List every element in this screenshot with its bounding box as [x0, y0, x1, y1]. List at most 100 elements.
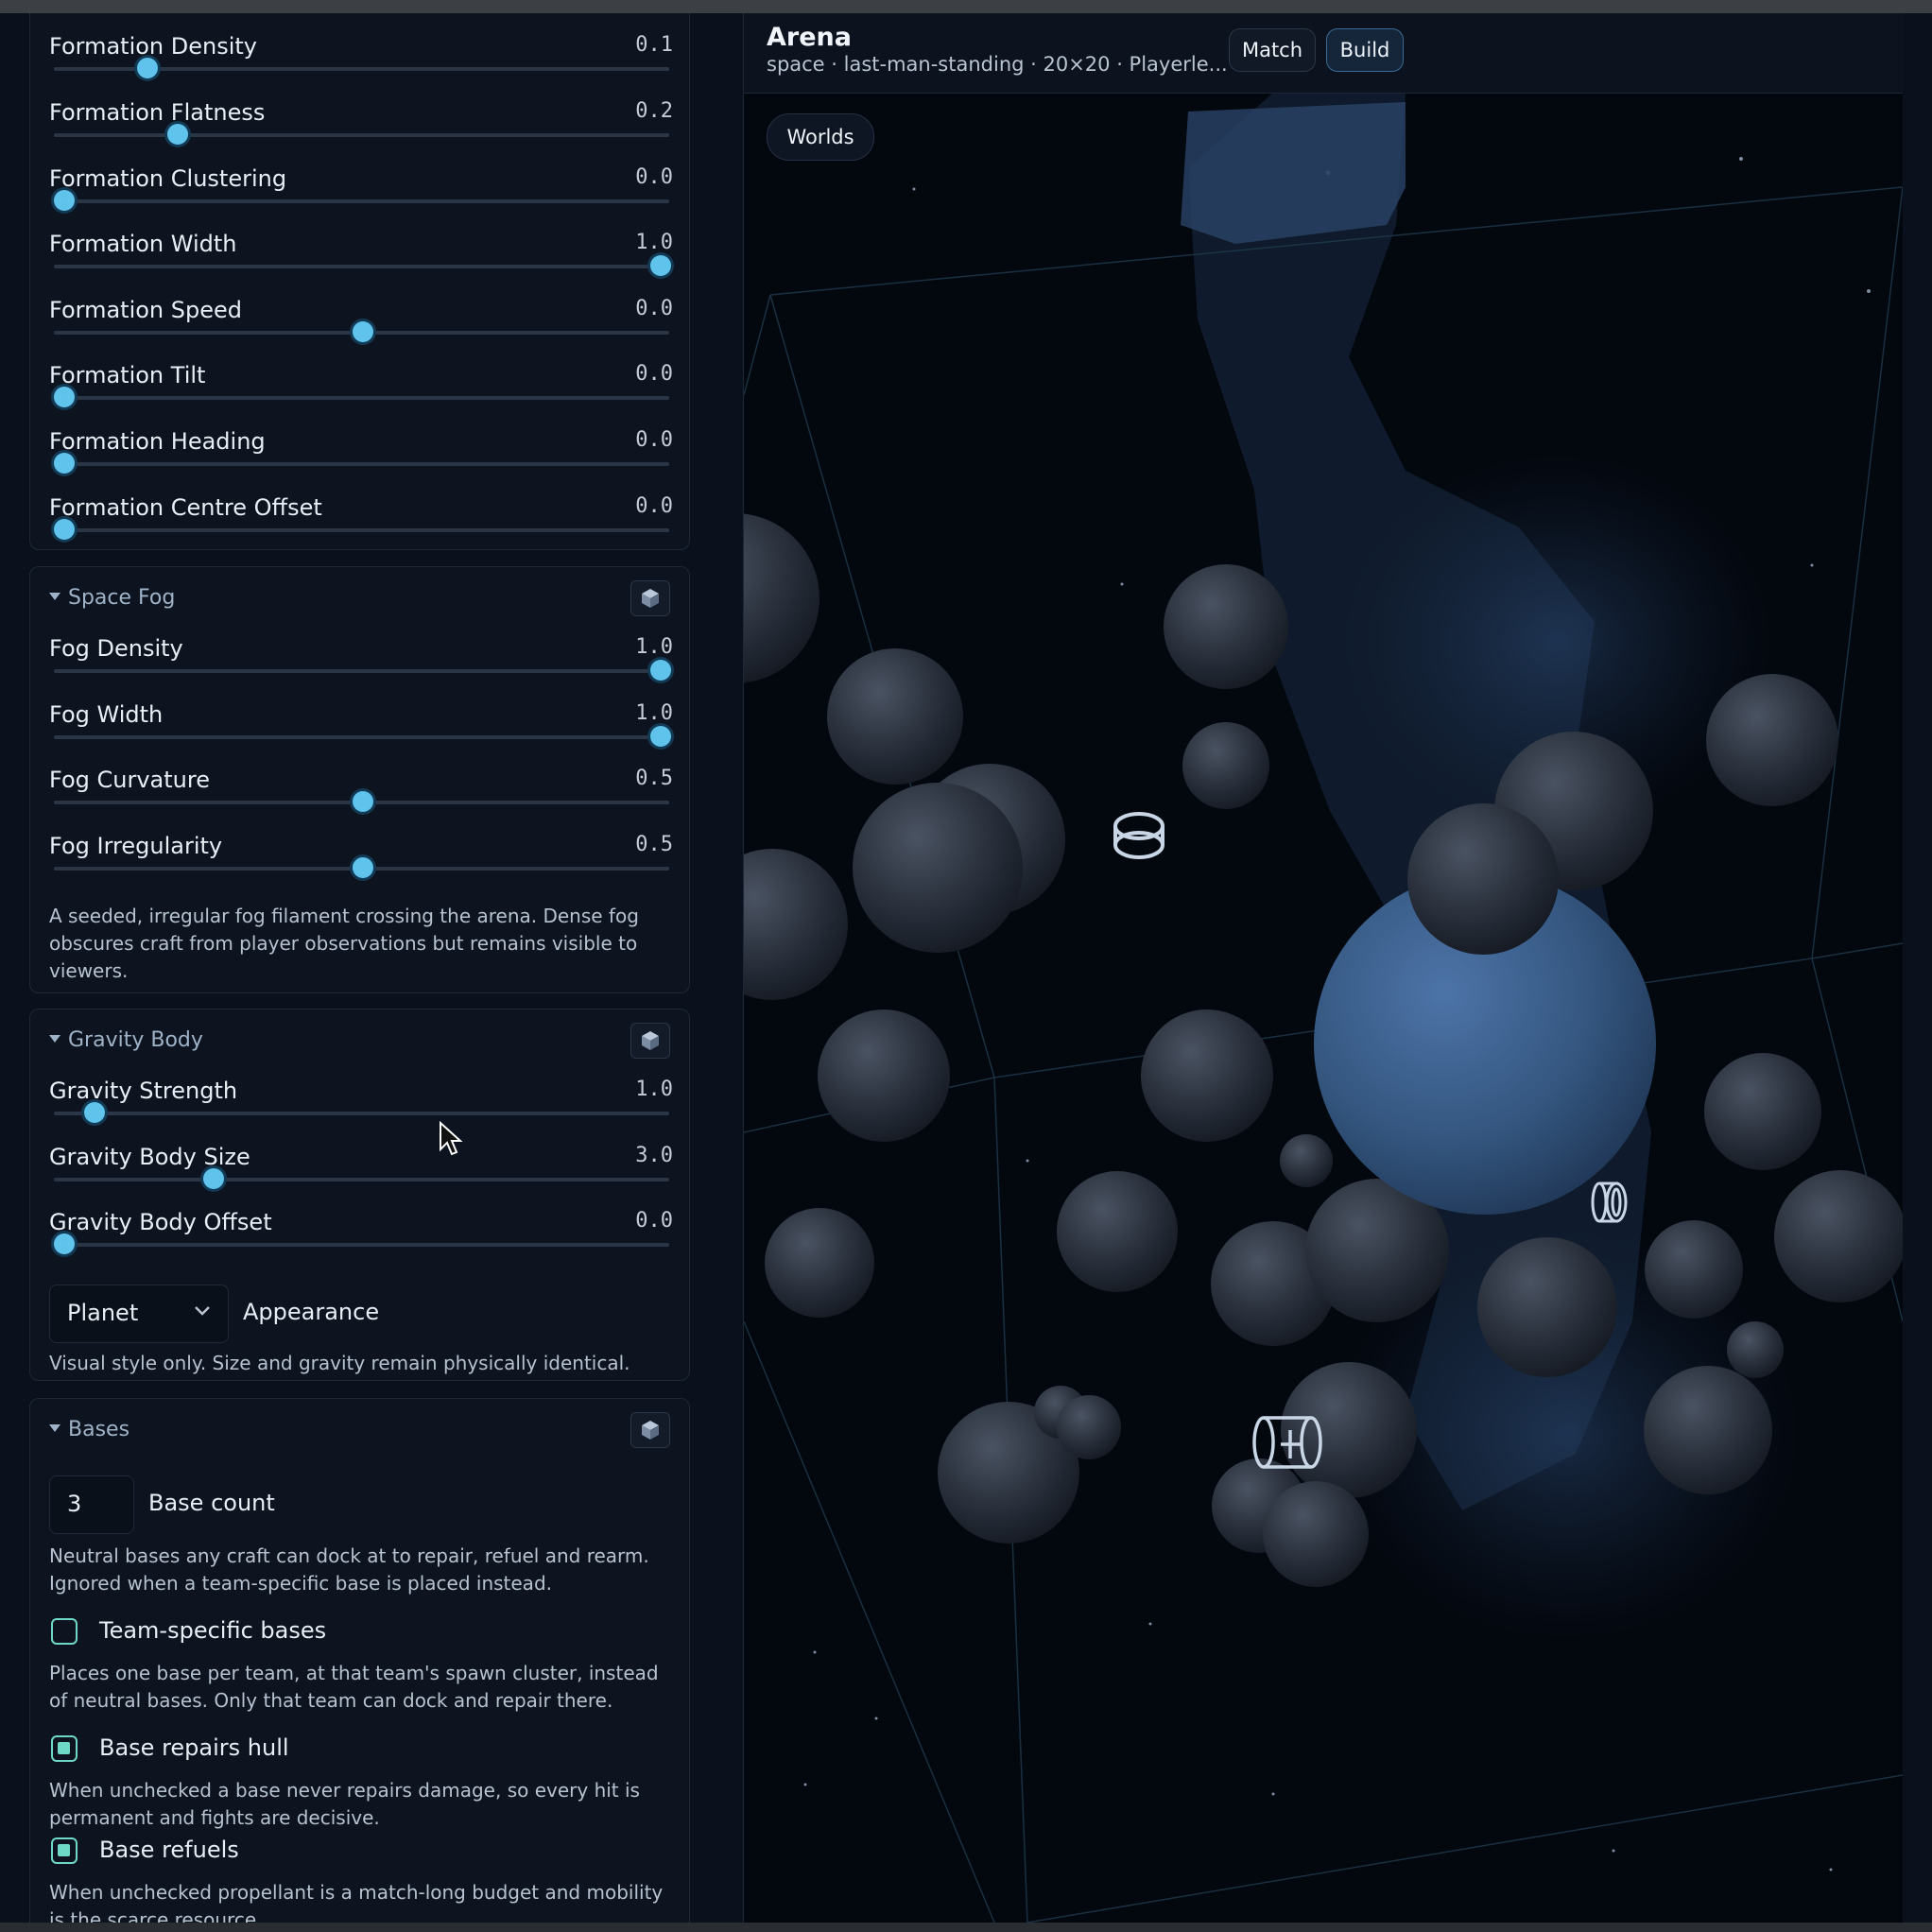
settings-sidebar[interactable]: Formation Density 0.1 Formation Flatness…: [0, 13, 735, 1923]
window-bottom-bar: [0, 1923, 1932, 1932]
slider-value: 3.0: [635, 1144, 673, 1167]
slider-thumb[interactable]: [166, 124, 188, 145]
formation-heading-slider[interactable]: Formation Heading 0.0: [49, 428, 673, 494]
slider-track[interactable]: [54, 735, 669, 739]
slider-thumb[interactable]: [54, 453, 75, 474]
slider-thumb[interactable]: [54, 519, 75, 540]
slider-thumb[interactable]: [202, 1168, 224, 1189]
slider-label: Fog Width: [49, 701, 164, 728]
slider-value: 1.0: [635, 635, 673, 659]
base-repairs-hull-checkbox[interactable]: [51, 1735, 78, 1762]
team-specific-bases-label[interactable]: Team-specific bases: [99, 1617, 326, 1644]
slider-value: 0.0: [635, 165, 673, 189]
chevron-down-icon: [194, 1302, 211, 1320]
caret-down-icon: [49, 593, 60, 600]
gravity-body-size-slider[interactable]: Gravity Body Size 3.0: [49, 1144, 673, 1210]
arena-panel: Arena space · last-man-standing · 20×20 …: [743, 13, 1903, 1923]
slider-thumb[interactable]: [54, 387, 75, 407]
slider-track[interactable]: [54, 528, 669, 532]
slider-value: 1.0: [635, 701, 673, 725]
match-button[interactable]: Match: [1229, 28, 1316, 72]
slider-label: Fog Irregularity: [49, 833, 223, 859]
slider-track[interactable]: [54, 133, 669, 137]
arena-header: Arena space · last-man-standing · 20×20 …: [744, 13, 1903, 94]
slider-value: 0.5: [635, 833, 673, 856]
formation-tilt-slider[interactable]: Formation Tilt 0.0: [49, 362, 673, 428]
slider-track[interactable]: [54, 1178, 669, 1182]
mouse-cursor-icon: [439, 1120, 463, 1161]
formation-flatness-slider[interactable]: Formation Flatness 0.2: [49, 99, 673, 165]
gravity-strength-slider[interactable]: Gravity Strength 1.0: [49, 1078, 673, 1144]
slider-value: 1.0: [635, 1078, 673, 1101]
formation-centre-offset-slider[interactable]: Formation Centre Offset 0.0: [49, 494, 673, 561]
base-refuels-label[interactable]: Base refuels: [99, 1837, 239, 1863]
base-refuels-checkbox[interactable]: [51, 1837, 78, 1864]
appearance-description: Visual style only. Size and gravity rema…: [49, 1352, 630, 1374]
slider-track[interactable]: [54, 1112, 669, 1115]
slider-thumb[interactable]: [650, 255, 671, 276]
window-top-bar: [0, 0, 1932, 13]
slider-thumb[interactable]: [54, 190, 75, 211]
arena-3d-viewport[interactable]: [744, 93, 1903, 1923]
formation-speed-slider[interactable]: Formation Speed 0.0: [49, 297, 673, 363]
slider-label: Gravity Body Size: [49, 1144, 250, 1170]
slider-track[interactable]: [54, 462, 669, 466]
slider-thumb[interactable]: [83, 1102, 105, 1123]
slider-track[interactable]: [54, 265, 669, 268]
cube-icon[interactable]: [630, 580, 670, 616]
slider-track[interactable]: [54, 396, 669, 400]
base-count-input[interactable]: 3: [49, 1475, 134, 1534]
slider-thumb[interactable]: [352, 857, 373, 878]
slider-label: Formation Speed: [49, 297, 242, 323]
arena-title: Arena: [767, 23, 852, 52]
cube-icon[interactable]: [630, 1412, 670, 1448]
cube-icon[interactable]: [630, 1023, 670, 1059]
team-specific-bases-checkbox[interactable]: [51, 1618, 78, 1645]
slider-thumb[interactable]: [650, 660, 671, 681]
slider-label: Formation Flatness: [49, 99, 266, 126]
base-count-label: Base count: [148, 1490, 275, 1516]
fog-irregularity-slider[interactable]: Fog Irregularity 0.5: [49, 833, 673, 899]
slider-thumb[interactable]: [352, 791, 373, 812]
gravity-body-offset-slider[interactable]: Gravity Body Offset 0.0: [49, 1209, 673, 1275]
slider-label: Formation Heading: [49, 428, 266, 455]
base-repairs-hull-label[interactable]: Base repairs hull: [99, 1734, 289, 1761]
slider-value: 0.0: [635, 1209, 673, 1233]
slider-value: 0.0: [635, 494, 673, 518]
fog-width-slider[interactable]: Fog Width 1.0: [49, 701, 673, 768]
formation-density-slider[interactable]: Formation Density 0.1: [49, 33, 673, 99]
slider-label: Fog Curvature: [49, 767, 210, 793]
base-count-description: Neutral bases any craft can dock at to r…: [49, 1544, 649, 1595]
formation-clustering-slider[interactable]: Formation Clustering 0.0: [49, 165, 673, 232]
formation-width-slider[interactable]: Formation Width 1.0: [49, 231, 673, 297]
slider-track[interactable]: [54, 1243, 669, 1247]
slider-value: 1.0: [635, 231, 673, 254]
slider-label: Formation Clustering: [49, 165, 287, 192]
slider-value: 0.2: [635, 99, 673, 123]
team-specific-bases-description: Places one base per team, at that team's…: [49, 1662, 659, 1712]
fog-curvature-slider[interactable]: Fog Curvature 0.5: [49, 767, 673, 833]
caret-down-icon: [49, 1035, 60, 1043]
fog-density-slider[interactable]: Fog Density 1.0: [49, 635, 673, 701]
slider-thumb[interactable]: [54, 1233, 75, 1254]
slider-track[interactable]: [54, 199, 669, 203]
appearance-select[interactable]: Planet: [49, 1285, 229, 1343]
build-button[interactable]: Build: [1326, 28, 1404, 72]
space-fog-section-toggle[interactable]: Space Fog: [49, 586, 175, 610]
slider-label: Formation Density: [49, 33, 258, 60]
slider-label: Gravity Body Offset: [49, 1209, 272, 1235]
slider-label: Gravity Strength: [49, 1078, 238, 1104]
slider-track[interactable]: [54, 669, 669, 673]
arena-subtitle: space · last-man-standing · 20×20 · Play…: [767, 53, 1228, 76]
caret-down-icon: [49, 1424, 60, 1432]
section-title: Space Fog: [68, 586, 176, 610]
slider-thumb[interactable]: [352, 321, 373, 342]
slider-label: Formation Tilt: [49, 362, 206, 388]
slider-label: Formation Width: [49, 231, 237, 257]
slider-thumb[interactable]: [650, 726, 671, 747]
bases-section-toggle[interactable]: Bases: [49, 1418, 129, 1441]
slider-thumb[interactable]: [137, 58, 159, 78]
appearance-label: Appearance: [243, 1299, 380, 1325]
worlds-button[interactable]: Worlds: [767, 113, 874, 161]
gravity-body-section-toggle[interactable]: Gravity Body: [49, 1028, 203, 1052]
